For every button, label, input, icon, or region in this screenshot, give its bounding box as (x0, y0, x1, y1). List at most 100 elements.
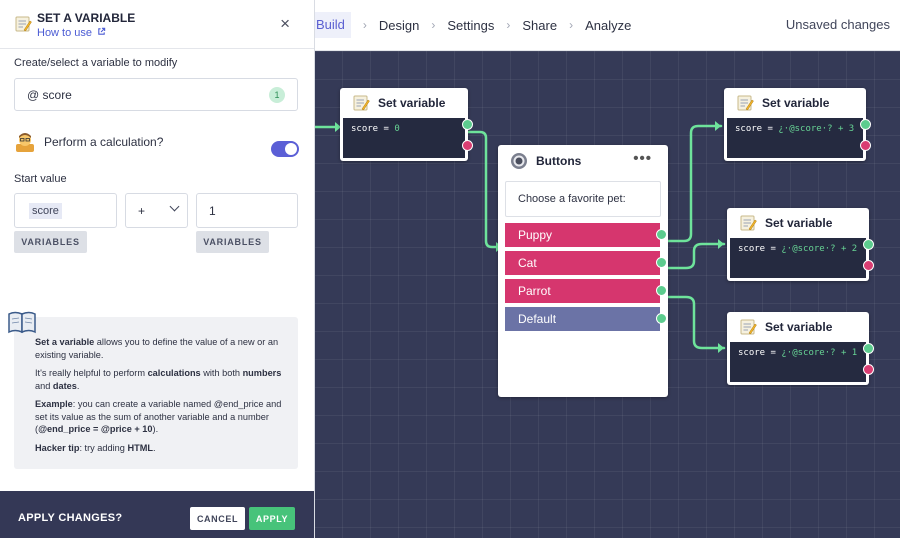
output-port[interactable] (656, 285, 667, 296)
node-title: Set variable (378, 96, 446, 110)
node-title: Buttons (536, 154, 582, 168)
variable-count-badge: 1 (269, 87, 285, 103)
arrow-head (718, 343, 724, 353)
code-value: ¿·@score·? + 2 (781, 244, 858, 254)
memo-icon (740, 215, 757, 231)
output-port-success[interactable] (462, 119, 473, 130)
help-paragraph: Example: you can create a variable named… (35, 399, 282, 434)
code-value: ¿·@score·? + 1 (781, 348, 858, 358)
button-prompt: Choose a favorite pet: (505, 181, 661, 217)
unsaved-status: Unsaved changes (785, 17, 890, 32)
radio-button-icon (511, 153, 527, 169)
variable-select[interactable]: @ score 1 (14, 78, 298, 111)
set-variable-node[interactable]: Set variable score = ¿·@score·? + 3 (724, 88, 871, 161)
choice-puppy[interactable]: Puppy (505, 223, 667, 247)
code-equals: = (378, 124, 395, 134)
choice-label: Default (518, 312, 557, 326)
panel-header: SET A VARIABLE How to use × (0, 0, 314, 49)
nav-separator: › (569, 18, 574, 32)
nav-separator: › (431, 18, 436, 32)
connector-puppy (658, 124, 723, 243)
start-value-input[interactable]: score (14, 193, 117, 228)
help-paragraph: Set a variable allows you to define the … (35, 337, 279, 360)
set-variable-node[interactable]: Set variable score = ¿·@score·? + 2 (727, 208, 874, 281)
operator-value: + (138, 203, 146, 218)
memo-icon (737, 95, 754, 111)
memo-icon (15, 16, 32, 32)
node-header: Set variable (724, 88, 866, 118)
set-variable-node[interactable]: Set variable score = 0 (340, 88, 473, 161)
buttons-node[interactable]: Buttons ••• Choose a favorite pet: Puppy… (498, 145, 668, 397)
nav-share[interactable]: Share (522, 18, 557, 33)
variable-token: score (29, 202, 62, 219)
node-code: score = ¿·@score·? + 3 (727, 118, 871, 158)
close-icon[interactable]: × (280, 14, 290, 34)
memo-icon (740, 319, 757, 335)
node-title: Set variable (765, 216, 833, 230)
nav-separator: › (362, 18, 367, 32)
apply-changes-label: APPLY CHANGES? (18, 512, 123, 524)
output-port-failure[interactable] (863, 364, 874, 375)
code-equals: = (765, 348, 782, 358)
node-header: Set variable (340, 88, 468, 118)
connector-parrot (658, 295, 726, 350)
flow-canvas[interactable]: Set variable score = 0 Buttons ••• Choos… (314, 51, 900, 538)
operator-select[interactable]: + (125, 193, 188, 228)
choice-cat[interactable]: Cat (505, 251, 667, 275)
start-value-label: Start value (14, 173, 67, 185)
choice-default[interactable]: Default (505, 307, 667, 331)
nav-build[interactable]: Build (314, 12, 351, 38)
choice-label: Parrot (518, 284, 551, 298)
node-header: Buttons ••• (498, 145, 668, 177)
connector-cat (658, 242, 726, 270)
chevron-down-icon (169, 201, 180, 212)
output-port-success[interactable] (860, 119, 871, 130)
nav-design[interactable]: Design (379, 18, 419, 33)
calculation-toggle[interactable] (271, 141, 299, 157)
variable-value: @ score (27, 87, 72, 102)
panel-footer: APPLY CHANGES? CANCEL APPLY (0, 491, 314, 538)
external-link-icon (98, 27, 106, 35)
how-to-use-label: How to use (37, 27, 93, 39)
nav-settings[interactable]: Settings (447, 18, 494, 33)
output-port-failure[interactable] (863, 260, 874, 271)
code-variable: score (738, 348, 766, 358)
help-box: Set a variable allows you to define the … (14, 317, 298, 469)
output-port[interactable] (656, 229, 667, 240)
how-to-use-link[interactable]: How to use (37, 27, 106, 39)
code-value: 0 (394, 124, 400, 134)
memo-icon (353, 95, 370, 111)
node-header: Set variable (727, 312, 869, 342)
code-value: ¿·@score·? + 3 (778, 124, 855, 134)
node-title: Set variable (762, 96, 830, 110)
apply-button[interactable]: APPLY (249, 507, 295, 530)
operand-input[interactable]: 1 (196, 193, 298, 228)
output-port-success[interactable] (863, 343, 874, 354)
output-port-failure[interactable] (860, 140, 871, 151)
set-variable-panel: SET A VARIABLE How to use × Create/selec… (0, 0, 315, 538)
code-equals: = (762, 124, 779, 134)
node-code: score = ¿·@score·? + 1 (730, 342, 874, 382)
choice-label: Cat (518, 256, 537, 270)
help-paragraph: Hacker tip: try adding HTML. (35, 442, 156, 453)
variables-button[interactable]: VARIABLES (196, 231, 269, 253)
choice-label: Puppy (518, 228, 553, 242)
panel-title: SET A VARIABLE (37, 11, 136, 25)
nav-analyze[interactable]: Analyze (585, 18, 631, 33)
more-options-icon[interactable]: ••• (633, 150, 652, 167)
output-port-failure[interactable] (462, 140, 473, 151)
teacher-icon (16, 133, 34, 152)
code-variable: score (735, 124, 763, 134)
arrow-head (715, 121, 721, 131)
variables-button[interactable]: VARIABLES (14, 231, 87, 253)
code-variable: score (351, 124, 379, 134)
cancel-button[interactable]: CANCEL (190, 507, 245, 530)
node-header: Set variable (727, 208, 869, 238)
output-port[interactable] (656, 313, 667, 324)
node-code: score = 0 (343, 118, 473, 158)
output-port-success[interactable] (863, 239, 874, 250)
choice-parrot[interactable]: Parrot (505, 279, 667, 303)
operand-value: 1 (209, 203, 216, 218)
set-variable-node[interactable]: Set variable score = ¿·@score·? + 1 (727, 312, 874, 385)
output-port[interactable] (656, 257, 667, 268)
